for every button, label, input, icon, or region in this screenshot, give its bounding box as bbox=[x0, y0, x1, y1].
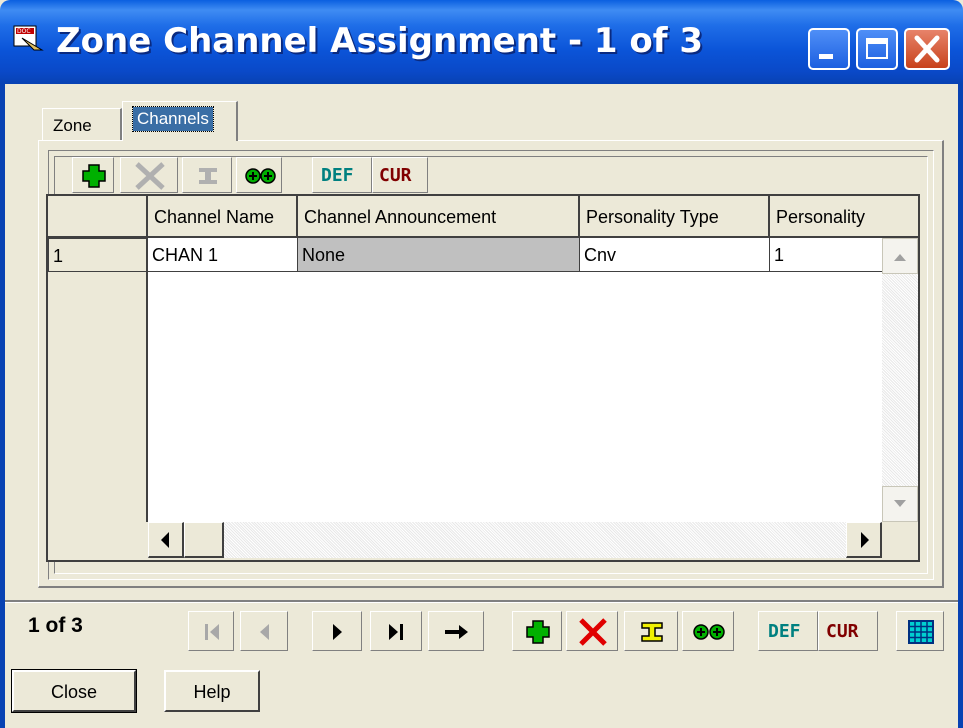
horizontal-scroll-thumb[interactable] bbox=[184, 522, 224, 558]
arrow-right-goto-icon bbox=[445, 625, 468, 639]
cell-personality[interactable]: 1 bbox=[770, 238, 882, 272]
channel-grid[interactable]: Channel Name Channel Announcement Person… bbox=[46, 194, 920, 562]
previous-record-icon bbox=[260, 624, 269, 640]
arrow-left-icon bbox=[161, 532, 169, 548]
close-button[interactable]: Close bbox=[11, 669, 137, 713]
horizontal-scrollbar[interactable] bbox=[148, 522, 882, 558]
column-header-channel-name[interactable]: Channel Name bbox=[148, 196, 298, 238]
cell-channel-name[interactable]: CHAN 1 bbox=[148, 238, 298, 272]
row-header-column bbox=[48, 238, 148, 522]
grid-add-button[interactable] bbox=[72, 157, 114, 193]
table-grid-icon bbox=[908, 620, 934, 644]
window-title: Zone Channel Assignment - 1 of 3 bbox=[56, 21, 704, 61]
title-bar[interactable]: DOC Zone Channel Assignment - 1 of 3 bbox=[0, 0, 963, 84]
tab-zone[interactable]: Zone bbox=[42, 108, 122, 140]
minimize-button[interactable] bbox=[808, 28, 850, 70]
help-button[interactable]: Help bbox=[164, 670, 260, 712]
header-filler bbox=[882, 196, 918, 238]
tab-channels[interactable]: Channels bbox=[122, 101, 238, 141]
scroll-right-button[interactable] bbox=[846, 522, 882, 558]
vertical-scrollbar[interactable] bbox=[882, 238, 918, 522]
goto-record-button[interactable] bbox=[428, 611, 484, 651]
insert-record-button[interactable] bbox=[624, 611, 678, 651]
previous-record-button bbox=[240, 611, 288, 651]
maximize-button[interactable] bbox=[856, 28, 898, 70]
window-frame-right bbox=[958, 84, 963, 728]
delete-x-icon bbox=[135, 162, 165, 190]
grid-delete-button bbox=[120, 157, 178, 193]
first-record-button bbox=[188, 611, 234, 651]
first-record-icon bbox=[205, 624, 219, 640]
document-icon: DOC bbox=[13, 25, 44, 51]
arrow-down-icon bbox=[894, 500, 906, 507]
grid-copy-button[interactable] bbox=[236, 157, 282, 193]
def-button[interactable]: DEF bbox=[758, 611, 818, 651]
plus-icon bbox=[82, 164, 106, 188]
close-icon bbox=[914, 35, 940, 63]
next-record-button[interactable] bbox=[312, 611, 362, 651]
grid-corner-header bbox=[48, 196, 148, 238]
last-record-icon bbox=[389, 624, 403, 640]
insert-icon bbox=[199, 168, 217, 184]
scroll-up-button[interactable] bbox=[882, 238, 918, 274]
scroll-down-button[interactable] bbox=[882, 486, 918, 522]
grid-cur-button[interactable]: CUR bbox=[372, 157, 428, 193]
grid-def-button[interactable]: DEF bbox=[312, 157, 372, 193]
column-header-personality[interactable]: Personality bbox=[770, 196, 882, 238]
grid-insert-button bbox=[182, 157, 232, 193]
column-header-channel-announcement[interactable]: Channel Announcement bbox=[298, 196, 580, 238]
row-header[interactable]: 1 bbox=[48, 238, 148, 272]
record-position: 1 of 3 bbox=[28, 614, 83, 637]
copy-record-button[interactable] bbox=[682, 611, 734, 651]
column-header-personality-type[interactable]: Personality Type bbox=[580, 196, 770, 238]
insert-icon bbox=[641, 622, 663, 642]
arrow-up-icon bbox=[894, 254, 906, 261]
scroll-corner-left bbox=[48, 522, 148, 558]
scroll-corner-right bbox=[882, 522, 918, 558]
cur-label: CUR bbox=[826, 621, 859, 642]
copy-double-plus-icon bbox=[245, 168, 276, 184]
copy-double-plus-icon bbox=[693, 624, 725, 640]
cell-personality-type[interactable]: Cnv bbox=[580, 238, 770, 272]
next-record-icon bbox=[333, 624, 342, 640]
grid-view-button[interactable] bbox=[896, 611, 944, 651]
scroll-left-button[interactable] bbox=[148, 522, 184, 558]
close-window-button[interactable] bbox=[904, 28, 950, 70]
grid-empty-area[interactable] bbox=[148, 272, 882, 522]
tab-zone-label: Zone bbox=[53, 116, 92, 135]
separator-line bbox=[5, 600, 958, 603]
dialog-window: DOC Zone Channel Assignment - 1 of 3 Zon… bbox=[0, 0, 963, 728]
window-frame-left bbox=[0, 84, 5, 728]
last-record-button[interactable] bbox=[370, 611, 422, 651]
minimize-icon bbox=[819, 54, 833, 59]
delete-record-button[interactable] bbox=[566, 611, 618, 651]
def-label: DEF bbox=[768, 621, 801, 642]
def-label: DEF bbox=[321, 165, 354, 186]
svg-text:DOC: DOC bbox=[17, 28, 31, 35]
maximize-icon bbox=[866, 38, 888, 59]
add-record-button[interactable] bbox=[512, 611, 562, 651]
cell-channel-announcement[interactable]: None bbox=[298, 238, 580, 272]
cur-button[interactable]: CUR bbox=[818, 611, 878, 651]
delete-x-icon bbox=[579, 618, 607, 646]
arrow-right-icon bbox=[861, 532, 869, 548]
cur-label: CUR bbox=[379, 165, 412, 186]
plus-icon bbox=[526, 620, 550, 644]
tab-channels-label: Channels bbox=[132, 106, 214, 132]
